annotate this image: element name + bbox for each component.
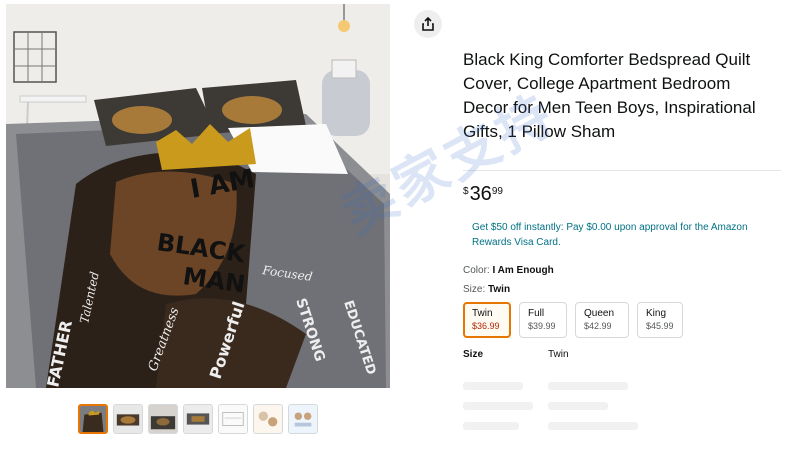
faded-row	[548, 422, 638, 430]
size-option-name: Full	[528, 308, 545, 319]
thumbnail-6[interactable]	[253, 404, 283, 434]
thumbnail-5[interactable]	[218, 404, 248, 434]
thumbnail-strip	[78, 404, 318, 434]
thumbnail-3[interactable]	[148, 404, 178, 434]
price: $ 36 99	[463, 183, 503, 205]
size-option-queen[interactable]: Queen $42.99	[575, 302, 629, 338]
size-value: Twin	[488, 284, 511, 295]
bedroom-scene-image: I AM BLACK MAN Focused Greatness Powerfu…	[6, 4, 390, 388]
color-value: I Am Enough	[492, 265, 554, 276]
promo-link[interactable]: Get $50 off instantly: Pay $0.00 upon ap…	[472, 220, 772, 250]
thumbnail-4[interactable]	[183, 404, 213, 434]
faded-row	[463, 382, 523, 390]
size-option-twin[interactable]: Twin $36.99	[463, 302, 511, 338]
size-option-king[interactable]: King $45.99	[637, 302, 683, 338]
thumbnail-7[interactable]	[288, 404, 318, 434]
size-options: Twin $36.99 Full $39.99 Queen $42.99 Kin…	[463, 302, 683, 338]
thumbnail-1[interactable]	[78, 404, 108, 434]
share-icon	[422, 17, 434, 31]
size-selection: Size: Twin	[463, 284, 510, 295]
divider	[463, 170, 781, 171]
spec-label: Size	[463, 349, 484, 360]
price-whole: 36	[469, 183, 492, 205]
main-product-image[interactable]: I AM BLACK MAN Focused Greatness Powerfu…	[6, 4, 390, 388]
spec-value: Twin	[548, 349, 569, 360]
size-option-name: King	[646, 308, 667, 319]
product-title: Black King Comforter Bedspread Quilt Cov…	[463, 50, 756, 141]
size-option-price: $42.99	[584, 321, 612, 331]
faded-row	[548, 402, 608, 410]
size-option-price: $45.99	[646, 321, 674, 331]
size-label: Size:	[463, 284, 486, 295]
color-label: Color:	[463, 265, 490, 276]
size-option-name: Queen	[584, 308, 615, 319]
color-selection: Color: I Am Enough	[463, 265, 554, 276]
price-fraction: 99	[491, 186, 503, 197]
thumbnail-2[interactable]	[113, 404, 143, 434]
size-option-name: Twin	[472, 308, 493, 319]
price-symbol: $	[463, 186, 469, 197]
size-option-price: $39.99	[528, 321, 556, 331]
size-option-price: $36.99	[472, 321, 500, 331]
size-option-full[interactable]: Full $39.99	[519, 302, 567, 338]
share-button[interactable]	[414, 10, 442, 38]
faded-row	[548, 382, 628, 390]
faded-row	[463, 422, 519, 430]
faded-row	[463, 402, 533, 410]
